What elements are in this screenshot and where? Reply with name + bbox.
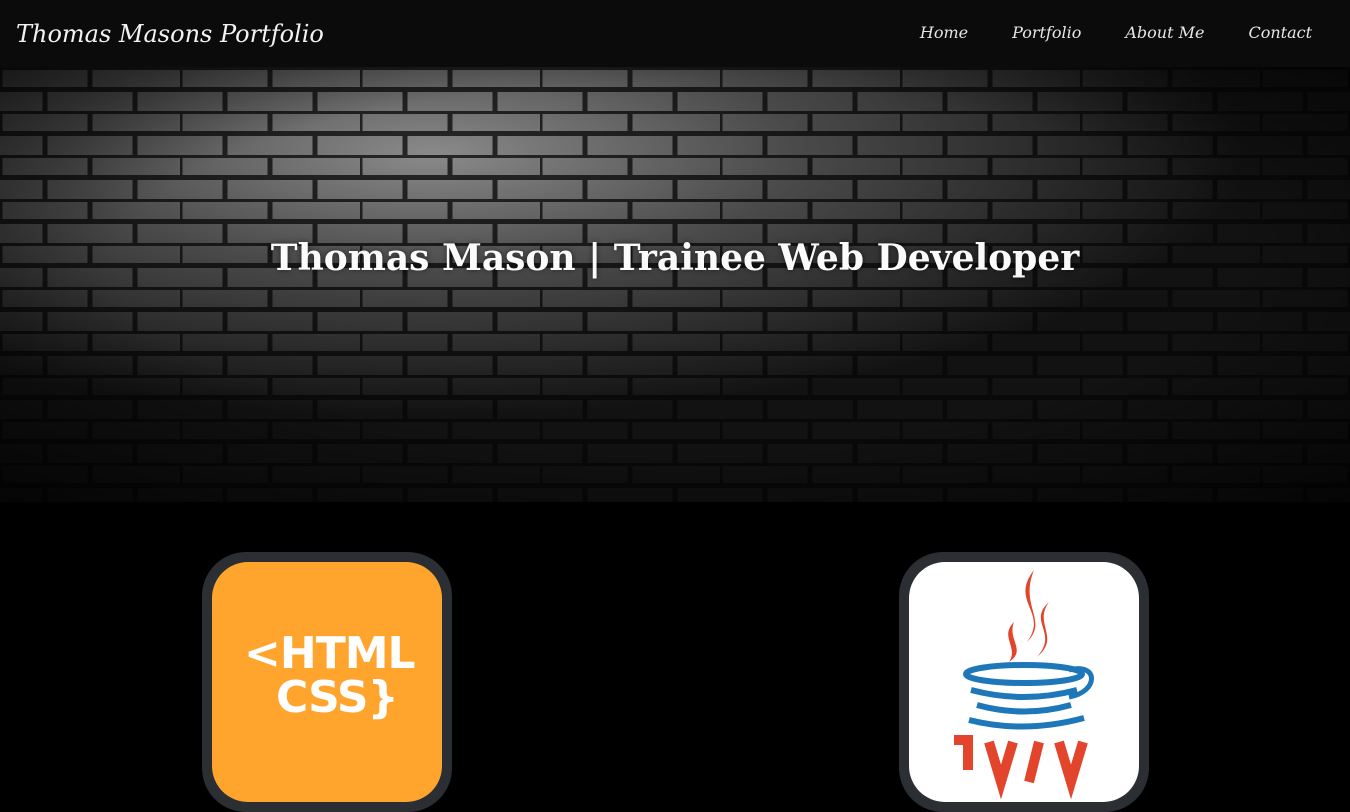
nav-link-home[interactable]: Home xyxy=(920,23,968,42)
nav-link-about-me[interactable]: About Me xyxy=(1125,23,1204,42)
css-logo-text: CSS} xyxy=(276,672,399,723)
nav-link-contact[interactable]: Contact xyxy=(1248,23,1312,42)
brand-link[interactable]: Thomas Masons Portfolio xyxy=(16,20,324,48)
html-css-logo: <HTML CSS} xyxy=(212,562,442,802)
hero-banner: Thomas Mason | Trainee Web Developer xyxy=(0,67,1350,502)
nav-links: Home Portfolio About Me Contact xyxy=(876,23,1312,42)
java-skill-card[interactable] xyxy=(899,552,1149,812)
html-css-skill-card[interactable]: <HTML CSS} xyxy=(202,552,452,812)
brick-wall-background xyxy=(0,67,1350,502)
java-logo xyxy=(909,562,1139,802)
java-logo-icon xyxy=(954,570,1094,800)
hero-title: Thomas Mason | Trainee Web Developer xyxy=(270,237,1080,279)
skills-section: <HTML CSS} xyxy=(0,502,1350,812)
navbar: Thomas Masons Portfolio Home Portfolio A… xyxy=(0,0,1350,67)
nav-link-portfolio[interactable]: Portfolio xyxy=(1012,23,1081,42)
